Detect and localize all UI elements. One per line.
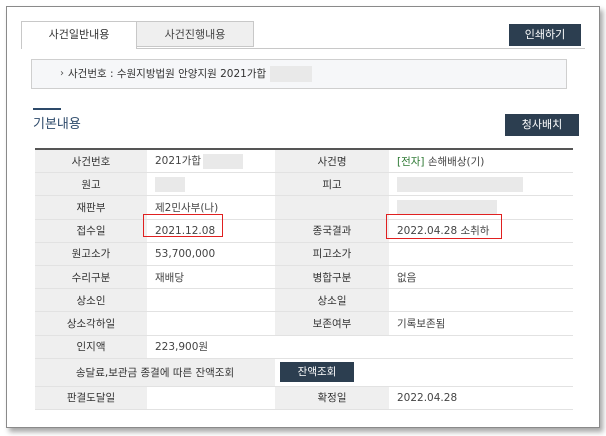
- preservation-label: 보존여부: [275, 311, 389, 336]
- case-number-header: › 사건번호 : 수원지방법원 안양지원 2021가합: [31, 59, 567, 89]
- tab-progress[interactable]: 사건진행내용: [136, 21, 254, 47]
- appeal-dismiss-value: [147, 311, 275, 336]
- print-button[interactable]: 인쇄하기: [509, 24, 581, 46]
- case-no-value: 2021가합: [147, 149, 275, 174]
- table-row: 인지액 223,900원: [35, 335, 573, 359]
- preservation-value: 기록보존됨: [389, 311, 573, 336]
- redacted-block: [397, 199, 497, 215]
- section-title: 기본내용: [33, 117, 81, 132]
- table-row: 상소각하일 보존여부 기록보존됨: [35, 311, 573, 336]
- empty-cell: [275, 335, 389, 359]
- highlight-box-receipt: [143, 214, 223, 237]
- confirm-date-value: 2022.04.28: [389, 386, 573, 410]
- merge-type-value: 없음: [389, 265, 573, 290]
- case-number-text: 사건번호 : 수원지방법원 안양지원 2021가합: [68, 68, 267, 80]
- balance-inquiry-label: 송달료,보관금 종결에 따른 잔액조회: [35, 358, 275, 387]
- appeal-date-value: [389, 288, 573, 313]
- bullet-arrow-icon: ›: [60, 68, 64, 79]
- redacted-block: [397, 176, 523, 192]
- plaintiff-label: 원고: [35, 172, 147, 197]
- highlight-box-result: [386, 214, 502, 239]
- judgment-delivery-value: [147, 386, 275, 410]
- defendant-label: 피고: [275, 172, 389, 197]
- plaintiff-amount-label: 원고소가: [35, 242, 147, 266]
- merge-type-label: 병합구분: [275, 265, 389, 290]
- appeal-dismiss-label: 상소각하일: [35, 311, 147, 336]
- courtroom-layout-button[interactable]: 청사배치: [505, 114, 579, 136]
- acceptance-type-label: 수리구분: [35, 265, 147, 290]
- final-result-label: 종국결과: [275, 219, 389, 243]
- defendant-amount-value: [389, 242, 573, 266]
- tab-bar: 사건일반내용 사건진행내용: [21, 21, 254, 49]
- table-row: 판결도달일 확정일 2022.04.28: [35, 386, 573, 410]
- table-row: 송달료,보관금 종결에 따른 잔액조회 잔액조회: [35, 358, 573, 387]
- redacted-block: [269, 66, 312, 82]
- acceptance-type-value: 재배당: [147, 265, 275, 290]
- redacted-block: [203, 153, 244, 169]
- case-name-label: 사건명: [275, 149, 389, 174]
- confirm-date-label: 확정일: [275, 386, 389, 410]
- table-row: 원고 피고: [35, 172, 573, 197]
- appellant-label: 상소인: [35, 288, 147, 313]
- case-detail-window: 사건일반내용 사건진행내용 인쇄하기 › 사건번호 : 수원지방법원 안양지원 …: [6, 6, 600, 428]
- judgment-delivery-label: 판결도달일: [35, 386, 147, 410]
- plaintiff-value: [147, 172, 275, 197]
- stamp-fee-label: 인지액: [35, 335, 147, 359]
- case-info-table: 사건번호 2021가합 사건명 [전자] 손해배상(기) 원고 피고 재판부 제…: [35, 148, 573, 410]
- table-row: 수리구분 재배당 병합구분 없음: [35, 265, 573, 290]
- plaintiff-amount-value: 53,700,000: [147, 242, 275, 266]
- division-label: 재판부: [35, 195, 147, 220]
- balance-inquiry-button[interactable]: 잔액조회: [280, 362, 354, 383]
- defendant-value: [389, 172, 573, 197]
- receipt-date-label: 접수일: [35, 219, 147, 243]
- stamp-fee-value: 223,900원: [147, 335, 275, 359]
- case-no-label: 사건번호: [35, 149, 147, 174]
- empty-label: [275, 195, 389, 220]
- table-row: 사건번호 2021가합 사건명 [전자] 손해배상(기): [35, 149, 573, 174]
- table-row: 상소인 상소일: [35, 288, 573, 313]
- section-accent: [33, 108, 61, 110]
- appeal-date-label: 상소일: [275, 288, 389, 313]
- tab-general[interactable]: 사건일반내용: [21, 21, 137, 49]
- table-row: 원고소가 53,700,000 피고소가: [35, 242, 573, 266]
- empty-cell: [389, 335, 573, 359]
- case-name-value: [전자] 손해배상(기): [389, 149, 573, 174]
- appellant-value: [147, 288, 275, 313]
- defendant-amount-label: 피고소가: [275, 242, 389, 266]
- redacted-block: [155, 176, 185, 192]
- balance-inquiry-cell: 잔액조회: [275, 358, 573, 387]
